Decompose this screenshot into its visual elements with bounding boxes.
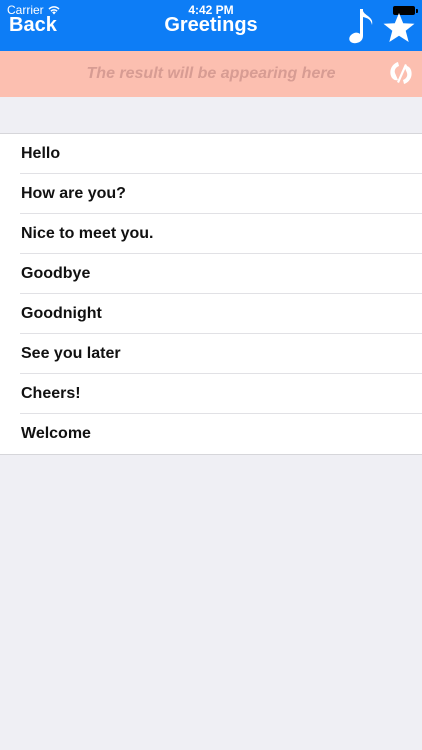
list-item-see-you-later[interactable]: See you later: [0, 334, 422, 374]
translate-icon[interactable]: [386, 58, 416, 88]
result-placeholder-text: The result will be appearing here: [86, 65, 336, 82]
list-item-welcome[interactable]: Welcome: [0, 414, 422, 454]
list-item-goodbye[interactable]: Goodbye: [0, 254, 422, 294]
screen: Carrier 4:42 PM Back Greetings The resul…: [0, 0, 422, 750]
nav-header: Carrier 4:42 PM Back Greetings: [0, 0, 422, 51]
music-note-icon[interactable]: [347, 7, 375, 45]
result-banner: The result will be appearing here: [0, 51, 422, 97]
list-item-hello[interactable]: Hello: [0, 134, 422, 174]
list-item-cheers[interactable]: Cheers!: [0, 374, 422, 414]
star-icon[interactable]: [382, 12, 416, 44]
list-item-goodnight[interactable]: Goodnight: [0, 294, 422, 334]
greetings-list: Hello How are you? Nice to meet you. Goo…: [0, 133, 422, 455]
list-item-how-are-you[interactable]: How are you?: [0, 174, 422, 214]
list-item-nice-to-meet-you[interactable]: Nice to meet you.: [0, 214, 422, 254]
